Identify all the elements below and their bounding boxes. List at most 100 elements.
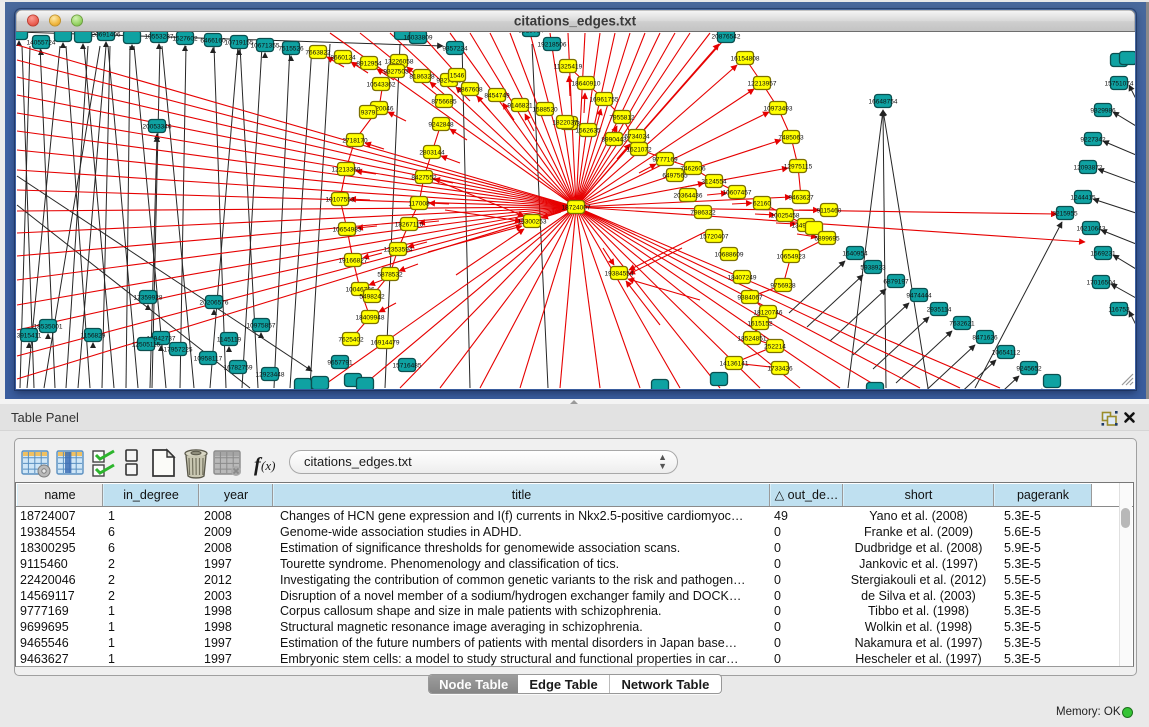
svg-text:10958117: 10958117	[194, 356, 223, 363]
svg-text:10654112: 10654112	[992, 350, 1021, 357]
svg-text:10719155: 10719155	[225, 40, 254, 47]
svg-text:8186328: 8186328	[409, 74, 435, 81]
svg-text:19166827: 19166827	[339, 258, 368, 265]
svg-text:9474444: 9474444	[906, 293, 932, 300]
svg-text:17016504: 17016504	[1087, 280, 1116, 287]
svg-text:10607457: 10607457	[723, 190, 752, 197]
svg-text:2867608: 2867608	[457, 87, 483, 94]
svg-text:16782759: 16782759	[224, 365, 253, 372]
svg-text:16033809: 16033809	[404, 35, 433, 42]
svg-text:3915411: 3915411	[17, 333, 42, 340]
svg-text:18640910: 18640910	[572, 81, 601, 88]
svg-text:10025458: 10025458	[771, 213, 800, 220]
svg-text:5878532: 5878532	[377, 272, 403, 279]
svg-text:1822037: 1822037	[552, 120, 578, 127]
svg-text:15300253: 15300253	[518, 219, 547, 226]
svg-text:1546: 1546	[450, 73, 465, 80]
svg-text:16210643: 16210643	[1077, 226, 1106, 233]
svg-text:1733426: 1733426	[767, 366, 793, 373]
svg-text:6497565: 6497565	[662, 173, 688, 180]
svg-text:8660124: 8660124	[330, 55, 356, 62]
svg-text:6879197: 6879197	[883, 279, 909, 286]
svg-text:18267110: 18267110	[395, 222, 424, 229]
svg-text:18407249: 18407249	[728, 275, 757, 282]
svg-text:12923448: 12923448	[256, 372, 285, 379]
svg-text:14136141: 14136141	[720, 361, 749, 368]
svg-text:10543362: 10543362	[367, 82, 396, 89]
svg-text:6466160: 6466160	[200, 38, 226, 45]
svg-text:10107553: 10107553	[326, 197, 355, 204]
svg-text:12213369: 12213369	[332, 167, 361, 174]
svg-text:20691406: 20691406	[92, 32, 121, 39]
svg-text:16154808: 16154808	[731, 56, 760, 63]
svg-text:1640954: 1640954	[842, 251, 868, 258]
svg-text:18409948: 18409948	[356, 315, 385, 322]
svg-text:9245652: 9245652	[1016, 366, 1042, 373]
svg-text:15720407: 15720407	[700, 234, 729, 241]
svg-text:citations_edges.txt: citations_edges.txt	[514, 14, 637, 29]
svg-text:2803144: 2803144	[419, 150, 445, 157]
svg-text:16648754: 16648754	[869, 99, 898, 106]
svg-text:17957225: 17957225	[164, 347, 193, 354]
svg-text:8756685: 8756685	[431, 99, 457, 106]
svg-text:9357224: 9357224	[442, 46, 468, 53]
svg-text:62160: 62160	[753, 201, 771, 208]
svg-text:8427552: 8427552	[411, 175, 437, 182]
svg-text:3124554: 3124554	[701, 179, 727, 186]
svg-text:9327503: 9327503	[383, 69, 409, 76]
svg-text:9777169: 9777169	[652, 157, 678, 164]
svg-text:1145119: 1145119	[217, 337, 242, 344]
svg-text:10688609: 10688609	[715, 252, 744, 259]
svg-text:9329986: 9329986	[1090, 108, 1116, 115]
svg-text:6734024: 6734024	[624, 134, 650, 141]
svg-text:12505115: 12505115	[132, 342, 161, 349]
svg-text:7663822: 7663822	[305, 50, 331, 57]
svg-text:1244415: 1244415	[1070, 195, 1096, 202]
svg-text:116753: 116753	[1108, 307, 1130, 314]
svg-text:12975115: 12975115	[784, 164, 813, 171]
svg-text:117008: 117008	[408, 201, 430, 208]
svg-text:7462606: 7462606	[680, 166, 706, 173]
svg-text:8912954: 8912954	[356, 61, 382, 68]
svg-text:9379: 9379	[361, 110, 376, 117]
svg-text:12213957: 12213957	[748, 81, 777, 88]
svg-text:8471626: 8471626	[972, 335, 998, 342]
svg-text:1156829: 1156829	[81, 333, 106, 340]
svg-text:(x): (x)	[261, 458, 275, 473]
svg-text:10654923: 10654923	[777, 254, 806, 261]
svg-text:1527602: 1527602	[172, 36, 198, 43]
svg-text:9657791: 9657791	[327, 360, 353, 367]
svg-text:1615152: 1615152	[747, 321, 773, 328]
svg-text:15751074: 15751074	[1105, 81, 1134, 88]
svg-text:7632621: 7632621	[949, 321, 975, 328]
svg-text:18535001: 18535001	[34, 324, 63, 331]
svg-text:20876542: 20876542	[712, 34, 741, 41]
svg-text:16961755: 16961755	[590, 97, 619, 104]
svg-text:10553287: 10553287	[145, 34, 174, 41]
svg-text:9242848: 9242848	[428, 122, 454, 129]
svg-text:9146821: 9146821	[507, 103, 533, 110]
svg-text:12353594: 12353594	[384, 247, 413, 254]
svg-text:12093872: 12093872	[1074, 165, 1103, 172]
svg-text:10671355: 10671355	[251, 43, 280, 50]
svg-text:9463627: 9463627	[788, 195, 814, 202]
svg-text:18524851: 18524851	[738, 336, 767, 343]
svg-text:18120746: 18120746	[754, 310, 783, 317]
svg-text:8813054: 8813054	[518, 32, 544, 35]
svg-text:2935114: 2935114	[927, 307, 952, 314]
svg-text:1621072: 1621072	[626, 147, 652, 154]
svg-text:9756928: 9756928	[770, 283, 796, 290]
svg-text:17359928: 17359928	[134, 295, 163, 302]
svg-text:11325419: 11325419	[554, 64, 583, 71]
svg-text:15716485: 15716485	[393, 363, 422, 370]
svg-text:252214: 252214	[764, 344, 786, 351]
svg-text:2718170: 2718170	[342, 138, 368, 145]
svg-text:10975857: 10975857	[247, 323, 276, 330]
svg-text:1569231: 1569231	[1090, 251, 1116, 258]
svg-text:20364436: 20364436	[674, 193, 703, 200]
svg-text:9115460: 9115460	[817, 208, 842, 215]
svg-text:9384067: 9384067	[737, 295, 763, 302]
svg-text:20053346: 20053346	[143, 124, 172, 131]
svg-text:7515526: 7515526	[278, 46, 304, 53]
svg-text:7485063: 7485063	[778, 135, 804, 142]
